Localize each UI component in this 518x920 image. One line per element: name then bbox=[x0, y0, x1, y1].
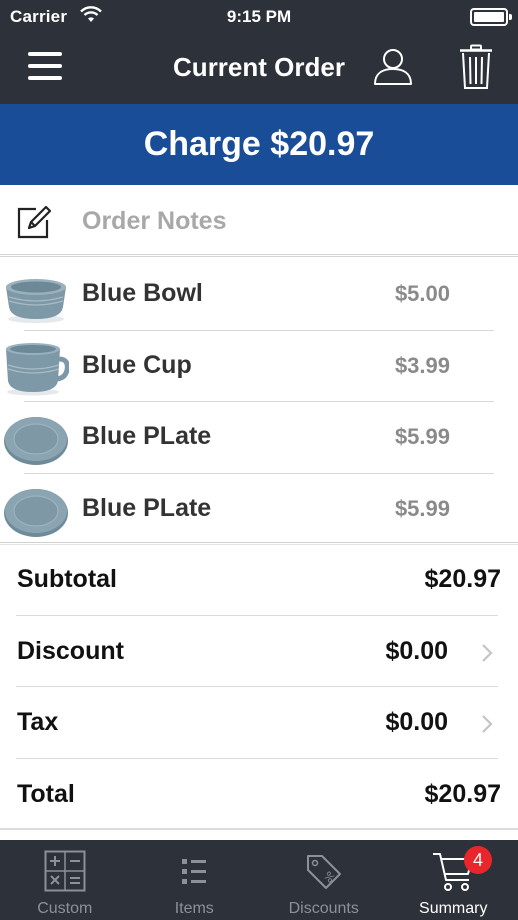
tab-label: Items bbox=[174, 900, 214, 917]
item-price: $5.00 bbox=[394, 281, 450, 306]
discount-value: $0.00 bbox=[385, 636, 448, 665]
list-item[interactable]: Blue PLate $5.99 bbox=[0, 474, 518, 546]
user-icon[interactable] bbox=[372, 46, 414, 86]
cup-image bbox=[6, 342, 69, 395]
item-name: Blue Cup bbox=[82, 350, 192, 379]
order-items-list: Blue Bowl $5.00 Blue Cup $3.99 Blue PLat… bbox=[0, 259, 518, 545]
list-item[interactable]: Blue Cup $3.99 bbox=[0, 331, 518, 403]
svg-text:%: % bbox=[321, 869, 338, 886]
order-totals: Subtotal $20.97 Discount $0.00 Tax $0.00… bbox=[0, 544, 518, 830]
order-notes-field[interactable]: Order Notes bbox=[0, 185, 518, 257]
tax-value: $0.00 bbox=[385, 708, 448, 736]
status-time: 9:15 PM bbox=[226, 7, 292, 26]
list-item[interactable]: Blue Bowl $5.00 bbox=[0, 259, 518, 331]
item-price: $3.99 bbox=[394, 352, 450, 378]
tab-items[interactable]: Items bbox=[130, 840, 260, 920]
bowl-image bbox=[6, 279, 66, 323]
tab-bar: Custom Items % Discounts Summary bbox=[0, 840, 518, 920]
subtotal-value: $20.97 bbox=[424, 565, 501, 593]
list-icon bbox=[182, 859, 207, 884]
page-title: Current Order bbox=[173, 52, 345, 82]
battery-icon bbox=[470, 8, 512, 26]
pencil-edit-icon bbox=[17, 205, 52, 239]
plate-image bbox=[4, 488, 68, 537]
tab-label: Custom bbox=[37, 900, 93, 917]
tax-row[interactable]: Tax $0.00 bbox=[0, 687, 518, 759]
top-bar: Carrier 9:15 PM Current Order bbox=[0, 0, 518, 104]
tab-label: Summary bbox=[419, 900, 488, 917]
list-item[interactable]: Blue PLate $5.99 bbox=[0, 402, 518, 474]
plate-image bbox=[4, 417, 68, 465]
total-label: Total bbox=[17, 779, 75, 808]
subtotal-row: Subtotal $20.97 bbox=[0, 544, 518, 616]
tab-discounts[interactable]: % Discounts bbox=[259, 840, 389, 920]
status-bar: Carrier 9:15 PM bbox=[0, 0, 518, 34]
tax-label: Tax bbox=[17, 708, 59, 736]
total-value: $20.97 bbox=[424, 779, 501, 808]
item-price: $5.99 bbox=[394, 495, 450, 521]
item-price: $5.99 bbox=[394, 424, 450, 449]
discount-row[interactable]: Discount $0.00 bbox=[0, 616, 518, 688]
calculator-icon bbox=[44, 850, 86, 892]
charge-button[interactable]: Charge $20.97 bbox=[0, 104, 518, 185]
cart-count-badge: 4 bbox=[464, 846, 492, 874]
chevron-right-icon bbox=[482, 715, 493, 733]
tab-label: Discounts bbox=[288, 900, 359, 917]
total-row: Total $20.97 bbox=[0, 759, 518, 831]
chevron-right-icon bbox=[482, 643, 493, 662]
subtotal-label: Subtotal bbox=[17, 565, 117, 593]
tag-icon: % bbox=[306, 855, 341, 889]
item-name: Blue Bowl bbox=[82, 279, 203, 307]
trash-icon[interactable] bbox=[458, 44, 494, 90]
tab-summary[interactable]: Summary bbox=[389, 840, 518, 920]
item-name: Blue PLate bbox=[82, 422, 212, 450]
tab-custom[interactable]: Custom bbox=[0, 840, 130, 920]
item-name: Blue PLate bbox=[82, 493, 212, 522]
order-notes-placeholder: Order Notes bbox=[82, 207, 227, 235]
discount-label: Discount bbox=[17, 636, 124, 665]
